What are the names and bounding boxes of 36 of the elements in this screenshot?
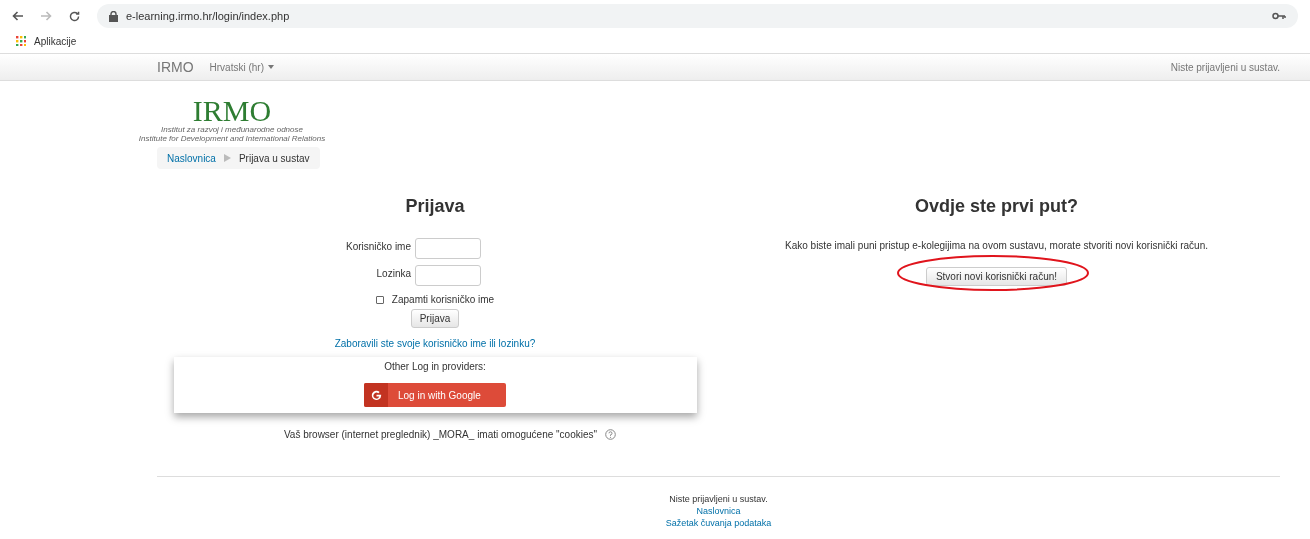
input-field[interactable] [415, 238, 481, 259]
cookies-note: Vaš browser (internet preglednik) _MORA_ imati omogućene "cookies" [283, 428, 598, 442]
help-icon[interactable] [605, 429, 617, 440]
field-label: Lozinka [375, 267, 411, 281]
caret-icon [268, 65, 274, 69]
input-field[interactable] [415, 265, 481, 286]
checkbox[interactable] [375, 295, 384, 304]
lock-icon [109, 10, 118, 22]
logo: IRMO Institut za razvoj i međunarodne odnose Institute for Development and International Relations [137, 97, 327, 143]
breadcrumb-current: Prijava u sustav [238, 151, 310, 166]
reload-icon[interactable] [68, 9, 81, 23]
brand-link[interactable]: IRMO [157, 56, 194, 78]
key-icon[interactable] [1272, 12, 1286, 20]
signup-heading: Ovdje ste prvi put? [915, 195, 1078, 218]
remember-label: Zapamti korisničko ime [391, 293, 495, 307]
google-icon [369, 388, 383, 402]
back-icon[interactable] [12, 11, 24, 21]
forgot-password-link[interactable]: Zaboravili ste svoje korisničko ime ili lozinku? [334, 336, 536, 351]
signup-text: Kako biste imali puni pristup e-kolegijima na ovom sustavu, morate stvoriti novi korisnički račun. [785, 239, 1208, 253]
google-login-button[interactable]: Log in with Google [364, 383, 506, 407]
breadcrumb-link[interactable]: Naslovnica [167, 150, 216, 166]
apps-grid-icon[interactable] [16, 36, 26, 46]
footer-link[interactable]: Naslovnica [696, 505, 741, 517]
create-account-button[interactable]: Stvori novi korisnički račun! [925, 267, 1068, 286]
providers-heading: Other Log in providers: [384, 360, 486, 374]
login-status-text: Niste prijavljeni u sustav. [1170, 60, 1280, 75]
url-text: e-learning.irmo.hr/login/index.php [126, 8, 290, 24]
separator-icon [223, 154, 231, 162]
bookmark-link[interactable]: Aplikacije [34, 33, 77, 49]
login-button[interactable]: Prijava [410, 309, 460, 328]
login-heading: Prijava [405, 195, 465, 218]
language-menu[interactable]: Hrvatski (hr) [209, 59, 274, 75]
address-bar[interactable]: e-learning.irmo.hr/login/index.php [97, 4, 1298, 28]
field-label: Korisničko ime [344, 240, 411, 254]
footer-link[interactable]: Sažetak čuvanja podataka [665, 517, 772, 529]
footer-status: Niste prijavljeni u sustav. [669, 493, 768, 505]
